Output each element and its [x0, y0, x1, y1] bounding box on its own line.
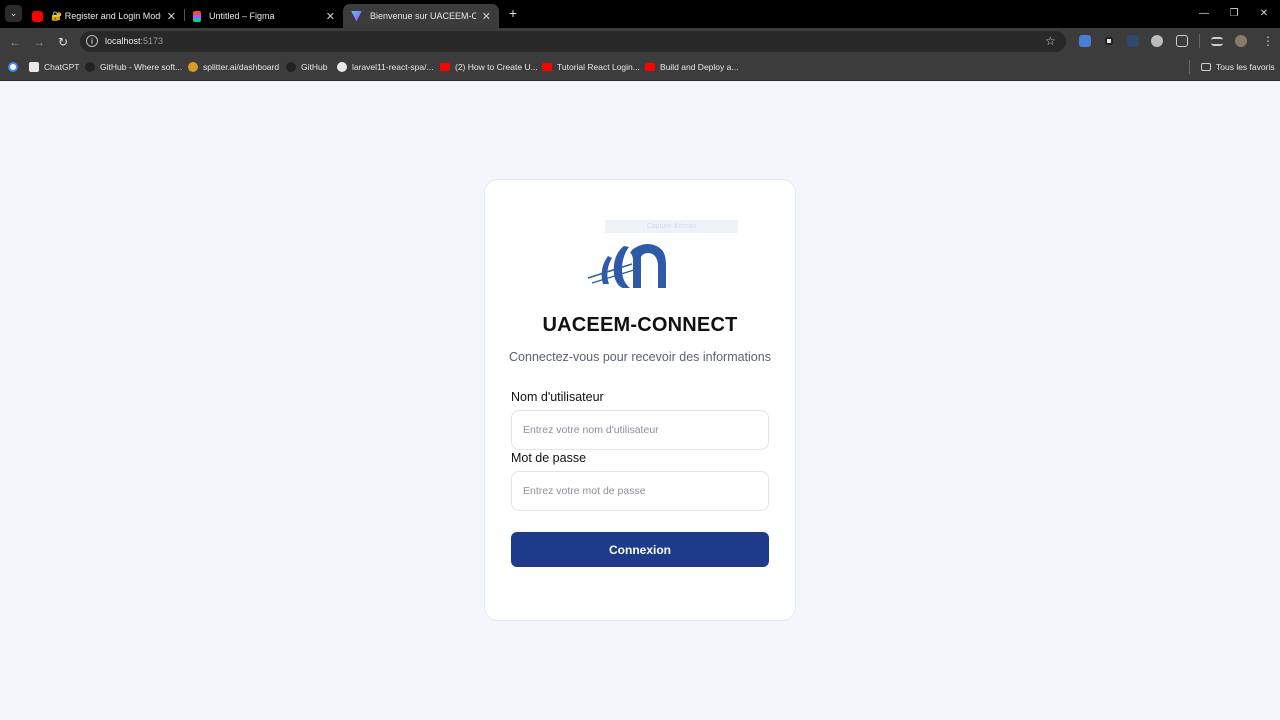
back-button[interactable]: ←	[7, 34, 23, 50]
restore-icon: ❐	[1229, 7, 1239, 19]
minimize-icon: —	[1199, 7, 1209, 19]
login-subtitle: Connectez-vous pour recevoir des informa…	[509, 350, 771, 364]
tab-register-login[interactable]: 🔐 Register and Login Module ✕	[24, 4, 184, 28]
close-window-button[interactable]: ✕	[1254, 4, 1274, 22]
reload-icon: ↻	[57, 35, 69, 49]
logo-alt-text: Capture d'écran	[605, 220, 738, 233]
youtube-icon	[645, 63, 655, 71]
github-icon	[85, 62, 95, 72]
close-icon[interactable]: ✕	[326, 10, 335, 23]
minimize-button[interactable]: —	[1194, 4, 1214, 22]
bookmark-splitter[interactable]: splitter.ai/dashboard	[188, 61, 279, 73]
bookmark-github[interactable]: GitHub	[286, 61, 327, 73]
site-info-icon[interactable]: i	[86, 35, 98, 47]
tab-search-button[interactable]: ⌄	[5, 5, 22, 22]
tab-title: Untitled – Figma	[209, 11, 275, 21]
folder-icon	[1201, 63, 1211, 71]
uaceem-logo-icon	[587, 244, 666, 288]
bookmark-build-and-deploy[interactable]: Build and Deploy a...	[645, 61, 738, 73]
chatgpt-icon	[29, 62, 39, 72]
bookmark-laravel11-react-spa[interactable]: laravel11-react-spa/...	[337, 61, 434, 73]
reload-button[interactable]: ↻	[55, 34, 71, 50]
tab-title: Bienvenue sur UACEEM-CONNECT	[370, 11, 476, 21]
username-label: Nom d'utilisateur	[511, 390, 604, 404]
password-label: Mot de passe	[511, 451, 587, 465]
splitter-icon	[188, 62, 198, 72]
plus-icon: +	[508, 5, 518, 21]
address-url[interactable]: localhost:5173	[105, 36, 163, 46]
close-icon[interactable]: ✕	[167, 10, 176, 23]
bookmark-star-icon[interactable]: ☆	[1045, 34, 1056, 48]
all-bookmarks-folder[interactable]: Tous les favoris	[1201, 61, 1275, 73]
youtube-icon	[542, 63, 552, 71]
password-input[interactable]	[511, 471, 769, 511]
new-tab-button[interactable]: +	[505, 5, 521, 21]
address-bar[interactable]	[80, 31, 1066, 52]
google-icon[interactable]	[8, 61, 23, 73]
restore-button[interactable]: ❐	[1224, 4, 1244, 22]
youtube-icon	[32, 10, 43, 22]
forward-button[interactable]: →	[31, 34, 47, 50]
toolbar-divider	[1199, 34, 1200, 48]
bookmarks-divider	[1189, 60, 1190, 74]
tab-figma[interactable]: Untitled – Figma ✕	[185, 4, 343, 28]
github-icon	[337, 62, 347, 72]
figma-icon	[193, 10, 201, 22]
arrow-right-icon: →	[33, 35, 45, 49]
bookmark-how-to-create[interactable]: (2) How to Create U...	[440, 61, 538, 73]
bookmark-tutorial-react-login[interactable]: Tutorial React Login...	[542, 61, 640, 73]
arrow-left-icon: ←	[9, 35, 21, 49]
reading-list-icon[interactable]	[1211, 37, 1223, 46]
login-submit-button[interactable]: Connexion	[511, 532, 769, 567]
username-input[interactable]	[511, 410, 769, 450]
chevron-down-icon: ⌄	[9, 8, 18, 18]
profile-avatar[interactable]	[1235, 35, 1247, 47]
translate-extension-icon[interactable]	[1079, 35, 1091, 47]
brand-title: UACEEM-CONNECT	[542, 314, 738, 336]
youtube-icon	[440, 63, 450, 71]
vite-icon	[351, 10, 362, 22]
extension-icon[interactable]	[1127, 35, 1139, 47]
extensions-puzzle-icon[interactable]	[1176, 35, 1188, 47]
extension-icon[interactable]	[1103, 35, 1115, 47]
close-icon[interactable]: ✕	[482, 10, 491, 23]
tab-title: 🔐 Register and Login Module	[51, 10, 161, 21]
bookmark-github-where-soft[interactable]: GitHub - Where soft...	[85, 61, 182, 73]
bookmark-chatgpt[interactable]: ChatGPT	[29, 61, 79, 73]
close-icon: ✕	[1259, 7, 1269, 19]
globe-icon[interactable]	[1151, 35, 1163, 47]
github-icon	[286, 62, 296, 72]
more-menu-icon[interactable]: ⋮	[1262, 34, 1274, 48]
tab-uaceem-connect[interactable]: Bienvenue sur UACEEM-CONNECT ✕	[343, 4, 499, 28]
